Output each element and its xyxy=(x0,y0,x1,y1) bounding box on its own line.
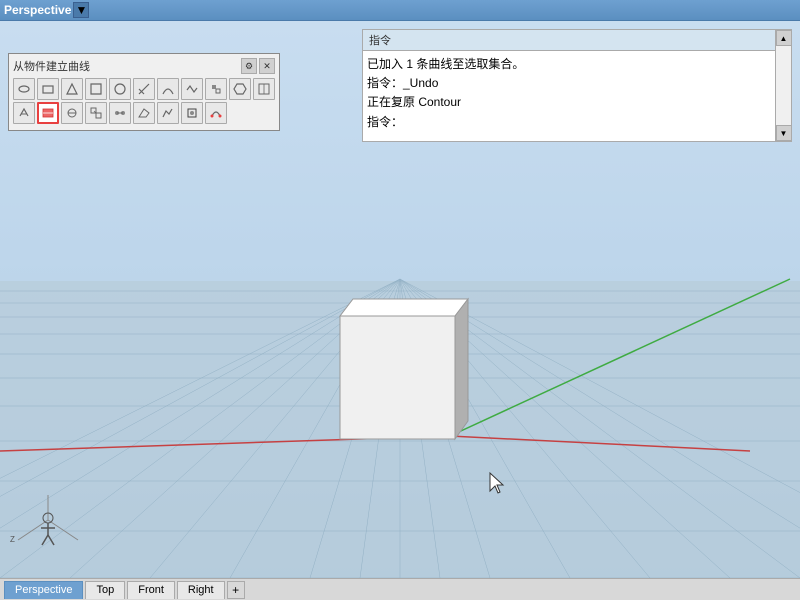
tool-btn-2[interactable] xyxy=(37,78,59,100)
command-body: 已加入 1 条曲线至选取集合。 指令：_Undo 正在复原 Contour 指令… xyxy=(363,51,791,141)
tool-btn-10[interactable] xyxy=(229,78,251,100)
scroll-up-arrow[interactable]: ▲ xyxy=(776,30,792,46)
tool-btn-15[interactable] xyxy=(85,102,107,124)
add-view-button[interactable]: + xyxy=(227,581,245,599)
toolbar-row-1 xyxy=(13,78,275,100)
tool-btn-5[interactable] xyxy=(109,78,131,100)
toolbar-close-btn[interactable]: ✕ xyxy=(259,58,275,74)
tool-btn-20[interactable] xyxy=(205,102,227,124)
command-scrollbar[interactable]: ▲ ▼ xyxy=(775,30,791,141)
tab-front[interactable]: Front xyxy=(127,581,175,599)
command-panel: 指令 已加入 1 条曲线至选取集合。 指令：_Undo 正在复原 Contour… xyxy=(362,29,792,142)
tool-btn-6[interactable] xyxy=(133,78,155,100)
command-line-4: 指令： xyxy=(367,113,771,132)
command-header: 指令 xyxy=(363,30,791,51)
main-content: 指令 已加入 1 条曲线至选取集合。 指令：_Undo 正在复原 Contour… xyxy=(0,21,800,578)
bottom-tabs: Perspective Top Front Right + xyxy=(0,578,800,600)
tab-top[interactable]: Top xyxy=(85,581,125,599)
tool-btn-8[interactable] xyxy=(181,78,203,100)
axis-svg: Z xyxy=(8,490,88,550)
tool-btn-12[interactable] xyxy=(13,102,35,124)
tool-btn-7[interactable] xyxy=(157,78,179,100)
title-bar: Perspective ▼ xyxy=(0,0,800,21)
tool-btn-16[interactable] xyxy=(109,102,131,124)
tool-btn-3[interactable] xyxy=(61,78,83,100)
svg-text:Z: Z xyxy=(10,535,15,544)
toolbar-panel: 从物件建立曲线 ⚙ ✕ xyxy=(8,53,280,131)
tool-btn-14[interactable] xyxy=(61,102,83,124)
toolbar-title: 从物件建立曲线 ⚙ ✕ xyxy=(13,58,275,74)
title-dropdown[interactable]: ▼ xyxy=(73,2,89,18)
command-line-2: 指令：_Undo xyxy=(367,74,771,93)
tool-btn-17[interactable] xyxy=(133,102,155,124)
tab-right[interactable]: Right xyxy=(177,581,225,599)
tool-btn-1[interactable] xyxy=(13,78,35,100)
tool-btn-18[interactable] xyxy=(157,102,179,124)
command-line-1: 已加入 1 条曲线至选取集合。 xyxy=(367,55,771,74)
toolbar-row-2 xyxy=(13,102,275,124)
tab-perspective[interactable]: Perspective xyxy=(4,581,83,599)
toolbar-settings-btn[interactable]: ⚙ xyxy=(241,58,257,74)
tool-btn-4[interactable] xyxy=(85,78,107,100)
title-text: Perspective xyxy=(4,3,71,17)
scroll-down-arrow[interactable]: ▼ xyxy=(776,125,792,141)
tool-btn-19[interactable] xyxy=(181,102,203,124)
command-line-3: 正在复原 Contour xyxy=(367,93,771,112)
tool-btn-13-active[interactable] xyxy=(37,102,59,124)
tool-btn-9[interactable] xyxy=(205,78,227,100)
tool-btn-11[interactable] xyxy=(253,78,275,100)
axis-widget: Z xyxy=(8,490,88,550)
